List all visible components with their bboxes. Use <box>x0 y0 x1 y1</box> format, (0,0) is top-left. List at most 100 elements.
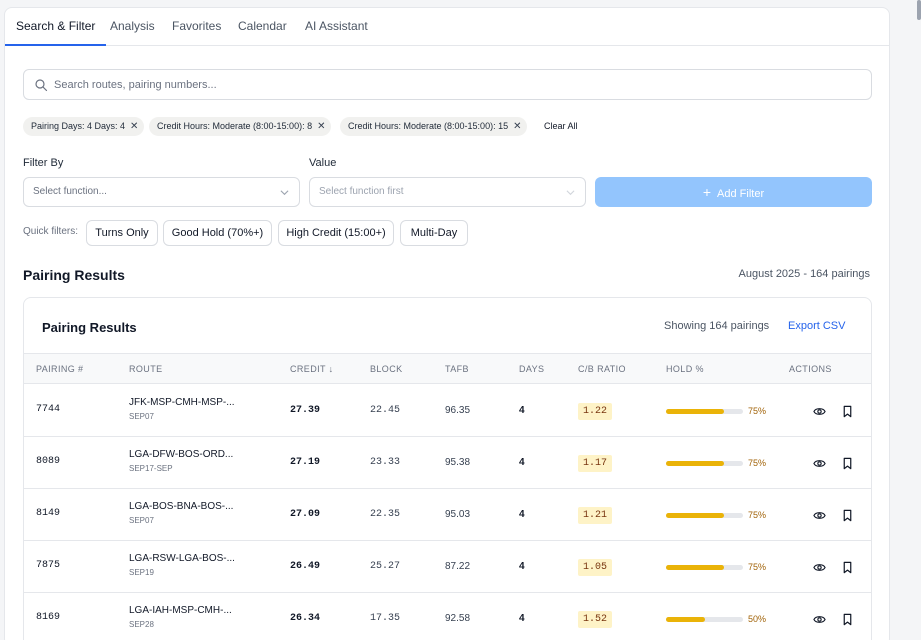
col-route[interactable]: ROUTE <box>129 364 163 374</box>
tab-analysis[interactable]: Analysis <box>110 8 155 46</box>
route: LGA-BOS-BNA-BOS-... <box>129 501 234 512</box>
filter-chip-credit-8: Credit Hours: Moderate (8:00-15:00): 8 ✕ <box>149 117 332 136</box>
quick-filter-multi-day[interactable]: Multi-Day <box>400 220 468 246</box>
pairing-number[interactable]: 7744 <box>36 404 60 415</box>
days-value: 4 <box>519 613 525 624</box>
quick-filters-label: Quick filters: <box>23 226 79 237</box>
plus-icon: + <box>702 184 712 200</box>
route: LGA-IAH-MSP-CMH-... <box>129 605 232 616</box>
clear-all-button[interactable]: Clear All <box>544 117 578 136</box>
route-date: SEP17-SEP <box>129 464 173 473</box>
remove-filter-icon[interactable]: ✕ <box>513 121 521 132</box>
pairing-number[interactable]: 8149 <box>36 508 60 519</box>
bookmark-icon[interactable] <box>841 457 854 470</box>
col-days[interactable]: DAYS <box>519 364 544 374</box>
table-row[interactable]: 8149 LGA-BOS-BNA-BOS-... SEP07 27.09 22.35 95… <box>24 489 871 541</box>
table-header: PAIRING # ROUTE CREDIT ↓ BLOCK TAFB DAYS… <box>24 353 871 384</box>
hold-bar <box>666 461 743 466</box>
hold-bar <box>666 409 743 414</box>
hold-bar-fill <box>666 565 724 570</box>
table-row[interactable]: 8089 LGA-DFW-BOS-ORD... SEP17-SEP 27.19 23.3… <box>24 437 871 489</box>
filter-chip-credit-15: Credit Hours: Moderate (8:00-15:00): 15 ✕ <box>340 117 528 136</box>
eye-icon[interactable] <box>813 613 826 626</box>
window-scrollbar[interactable] <box>917 0 921 20</box>
hold-bar-fill <box>666 461 724 466</box>
days-value: 4 <box>519 561 525 572</box>
cb-ratio-badge: 1.22 <box>578 403 613 420</box>
tab-bar: Search & Filter Analysis Favorites Calen… <box>5 8 889 46</box>
chevron-down-icon <box>280 190 289 196</box>
cb-ratio-badge: 1.17 <box>578 455 613 472</box>
pairing-number[interactable]: 8169 <box>36 612 60 623</box>
route-date: SEP07 <box>129 516 154 525</box>
hold-percent: 75% <box>748 406 767 416</box>
value-select[interactable]: Select function first <box>309 177 586 207</box>
credit-value: 26.49 <box>290 561 321 572</box>
export-csv-button[interactable]: Export CSV <box>788 320 845 332</box>
eye-icon[interactable] <box>813 405 826 418</box>
hold-percent: 75% <box>748 562 767 572</box>
route: LGA-DFW-BOS-ORD... <box>129 449 234 460</box>
cb-ratio-badge: 1.52 <box>578 611 613 628</box>
cb-ratio-badge: 1.05 <box>578 559 613 576</box>
block-value: 23.33 <box>370 457 401 468</box>
pairing-number[interactable]: 7875 <box>36 560 60 571</box>
search-icon <box>35 79 48 92</box>
col-block[interactable]: BLOCK <box>370 364 403 374</box>
bookmark-icon[interactable] <box>841 405 854 418</box>
credit-value: 26.34 <box>290 613 321 624</box>
credit-value: 27.39 <box>290 405 321 416</box>
filter-chip-label: Credit Hours: Moderate (8:00-15:00): 15 <box>348 121 509 131</box>
col-hold[interactable]: HOLD % <box>666 364 704 374</box>
filter-chip-pairing-days: Pairing Days: 4 Days: 4 ✕ <box>23 117 145 136</box>
block-value: 25.27 <box>370 561 401 572</box>
col-pairing[interactable]: PAIRING # <box>36 364 83 374</box>
hold-bar-fill <box>666 409 724 414</box>
quick-filter-high-credit[interactable]: High Credit (15:00+) <box>278 220 394 246</box>
hold-bar-fill <box>666 617 705 622</box>
eye-icon[interactable] <box>813 561 826 574</box>
pairing-number[interactable]: 8089 <box>36 456 60 467</box>
table-row[interactable]: 8169 LGA-IAH-MSP-CMH-... SEP28 26.34 17.35 92… <box>24 593 871 640</box>
block-value: 17.35 <box>370 613 401 624</box>
tab-search-filter[interactable]: Search & Filter <box>5 8 107 46</box>
bookmark-icon[interactable] <box>841 561 854 574</box>
hold-bar <box>666 617 743 622</box>
add-filter-button[interactable]: + Add Filter <box>595 177 872 207</box>
col-credit[interactable]: CREDIT ↓ <box>290 364 334 374</box>
table-row[interactable]: 7875 LGA-RSW-LGA-BOS-... SEP19 26.49 25.27 87… <box>24 541 871 593</box>
days-value: 4 <box>519 457 525 468</box>
function-select[interactable]: Select function... <box>23 177 300 207</box>
remove-filter-icon[interactable]: ✕ <box>130 121 138 132</box>
hold-bar-fill <box>666 513 724 518</box>
bookmark-icon[interactable] <box>841 509 854 522</box>
table-row[interactable]: 7744 JFK-MSP-CMH-MSP-... SEP07 27.39 22.45 96… <box>24 385 871 437</box>
tab-favorites[interactable]: Favorites <box>172 8 221 46</box>
results-card: Pairing Results Showing 164 pairings Exp… <box>23 297 872 640</box>
block-value: 22.45 <box>370 405 401 416</box>
filter-chip-label: Credit Hours: Moderate (8:00-15:00): 8 <box>157 121 313 131</box>
hold-bar <box>666 513 743 518</box>
section-meta: August 2025 - 164 pairings <box>738 268 870 280</box>
eye-icon[interactable] <box>813 457 826 470</box>
chevron-down-icon <box>566 190 575 196</box>
value-select-placeholder: Select function first <box>319 186 404 197</box>
hold-percent: 75% <box>748 458 767 468</box>
credit-value: 27.09 <box>290 509 321 520</box>
tafb-value: 95.38 <box>445 457 471 468</box>
quick-filter-good-hold[interactable]: Good Hold (70%+) <box>163 220 272 246</box>
filter-by-label: Filter By <box>23 157 64 169</box>
hold-percent: 50% <box>748 614 767 624</box>
cb-ratio-badge: 1.21 <box>578 507 613 524</box>
eye-icon[interactable] <box>813 509 826 522</box>
remove-filter-icon[interactable]: ✕ <box>317 121 325 132</box>
quick-filter-turns-only[interactable]: Turns Only <box>86 220 158 246</box>
col-tafb[interactable]: TAFB <box>445 364 469 374</box>
tab-ai-assistant[interactable]: AI Assistant <box>305 8 368 46</box>
tab-calendar[interactable]: Calendar <box>238 8 287 46</box>
tafb-value: 96.35 <box>445 405 471 416</box>
col-cb-ratio[interactable]: C/B RATIO <box>578 364 626 374</box>
bookmark-icon[interactable] <box>841 613 854 626</box>
search-input[interactable] <box>54 74 854 96</box>
tafb-value: 95.03 <box>445 509 471 520</box>
